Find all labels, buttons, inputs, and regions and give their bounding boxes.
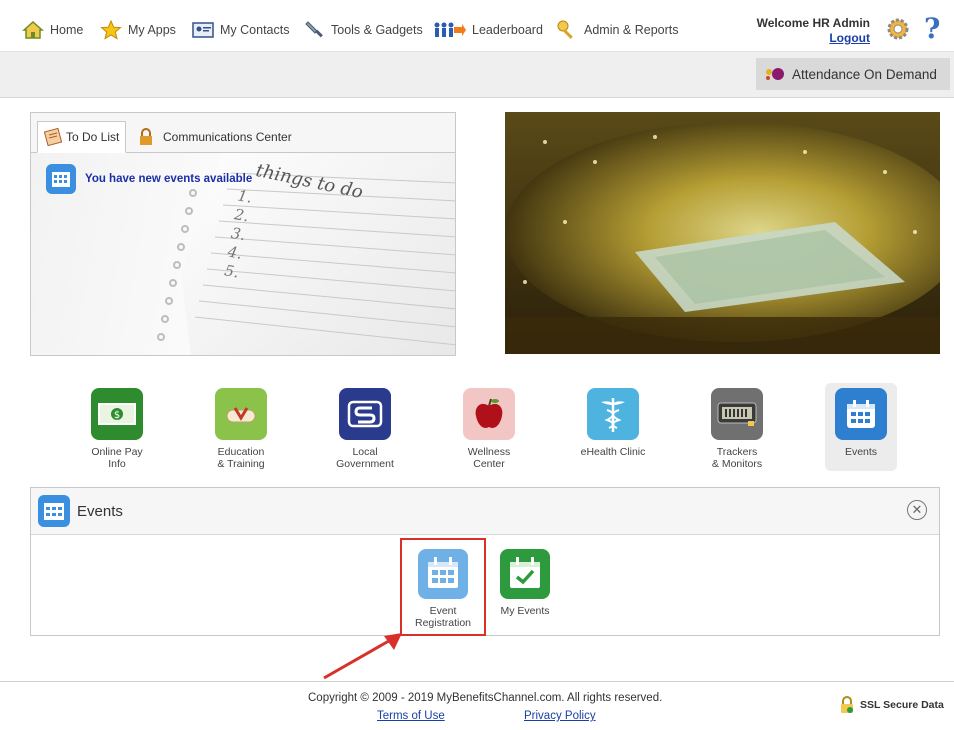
welcome-text: Welcome HR Admin (756, 16, 870, 30)
key-icon (557, 20, 573, 39)
lock-icon (140, 128, 152, 145)
top-navigation-bar: Home My Apps My Contacts Tools & Gadgets… (0, 0, 954, 52)
todo-panel: To Do List Communications Center things … (30, 112, 456, 356)
app-wellness-label-2: Center (473, 458, 505, 470)
app-local-government[interactable]: Local Government (325, 388, 405, 470)
event-registration-highlight-box (400, 538, 486, 636)
my-events-check-calendar-icon (500, 549, 550, 599)
pedometer-icon (711, 388, 763, 440)
checklist-icon (44, 128, 62, 146)
app-education-label-1: Education (217, 446, 265, 458)
app-trackers-label-2: & Monitors (711, 458, 763, 470)
nav-leaderboard-label: Leaderboard (472, 23, 543, 37)
attendance-on-demand-label: Attendance On Demand (792, 66, 937, 82)
app-online-pay-label-2: Info (108, 458, 126, 470)
tab-communications-center[interactable]: Communications Center (131, 121, 298, 153)
nav-tools-gadgets-label: Tools & Gadgets (331, 23, 423, 37)
terms-of-use-link[interactable]: Terms of Use (377, 710, 445, 722)
app-ehealth-clinic[interactable]: eHealth Clinic (573, 388, 653, 458)
app-education-training[interactable]: Education & Training (201, 388, 281, 470)
page-footer: Copyright © 2009 - 2019 MyBenefitsChanne… (0, 681, 954, 730)
arena-graphic (505, 112, 940, 354)
nav-leaderboard[interactable]: Leaderboard (432, 16, 543, 44)
gear-icon[interactable] (885, 16, 911, 42)
app-local-government-label-1: Local (352, 446, 378, 458)
app-wellness-center[interactable]: Wellness Center (449, 388, 529, 470)
tab-communications-center-label: Communications Center (163, 130, 292, 144)
nav-my-apps-label: My Apps (128, 23, 176, 37)
app-online-pay-info[interactable]: $ Online Pay Info (77, 388, 157, 470)
app-online-pay-label-1: Online Pay (91, 446, 143, 458)
todo-tabs: To Do List Communications Center (31, 113, 455, 153)
apple-icon (463, 388, 515, 440)
contact-card-icon (192, 22, 214, 38)
events-header-icon (38, 495, 70, 527)
calendar-icon (46, 164, 76, 194)
star-icon (100, 19, 122, 40)
logout-link[interactable]: Logout (757, 31, 870, 46)
app-local-government-label-2: Government (336, 458, 394, 470)
ssl-label: SSL Secure Data (860, 699, 944, 711)
app-trackers-label-1: Trackers (716, 446, 758, 458)
nav-my-contacts-label: My Contacts (220, 23, 290, 37)
nav-admin-reports[interactable]: Admin & Reports (556, 16, 678, 44)
red-arrow-annotation (323, 633, 402, 680)
welcome-block: Welcome HR Admin Logout (757, 16, 870, 46)
leaderboard-icon (434, 22, 466, 37)
government-logo-icon (339, 388, 391, 440)
privacy-policy-link[interactable]: Privacy Policy (524, 710, 596, 722)
attendance-on-demand-button[interactable]: Attendance On Demand (756, 58, 950, 90)
app-trackers-monitors[interactable]: Trackers & Monitors (697, 388, 777, 470)
app-wellness-label-1: Wellness (467, 446, 511, 458)
attendance-dots-icon (764, 66, 786, 82)
nav-home-label: Home (50, 23, 84, 37)
ssl-lock-icon (841, 696, 853, 713)
my-events-button[interactable]: My Events (490, 548, 560, 617)
new-events-notice[interactable]: You have new events available (45, 163, 252, 195)
close-icon[interactable]: ✕ (907, 500, 927, 520)
caduceus-icon (587, 388, 639, 440)
events-calendar-icon (835, 388, 887, 440)
tools-icon (305, 21, 323, 38)
app-ehealth-label-1: eHealth Clinic (580, 446, 646, 458)
my-events-label-1: My Events (500, 605, 550, 617)
nav-home[interactable]: Home (22, 16, 83, 44)
ssl-badge: SSL Secure Data (838, 696, 944, 714)
svg-text:$: $ (114, 410, 120, 421)
copyright-text: Copyright © 2009 - 2019 MyBenefitsChanne… (308, 692, 663, 704)
new-events-notice-label: You have new events available (85, 173, 253, 185)
app-events[interactable]: Events (825, 383, 897, 471)
money-icon: $ (91, 388, 143, 440)
nav-admin-reports-label: Admin & Reports (584, 23, 679, 37)
home-icon (22, 20, 44, 39)
help-icon[interactable]: ? (924, 12, 940, 45)
events-panel-title: Events (77, 502, 123, 520)
nav-tools-gadgets[interactable]: Tools & Gadgets (303, 16, 423, 44)
arena-photo (505, 112, 940, 354)
app-events-label-1: Events (844, 446, 878, 458)
nav-my-apps[interactable]: My Apps (100, 16, 176, 44)
tab-to-do-list-label: To Do List (66, 130, 120, 144)
app-education-label-2: & Training (217, 458, 265, 470)
nav-my-contacts[interactable]: My Contacts (192, 16, 289, 44)
events-panel-header: Events (31, 488, 939, 535)
tab-to-do-list[interactable]: To Do List (37, 121, 127, 153)
diploma-icon (215, 388, 267, 440)
